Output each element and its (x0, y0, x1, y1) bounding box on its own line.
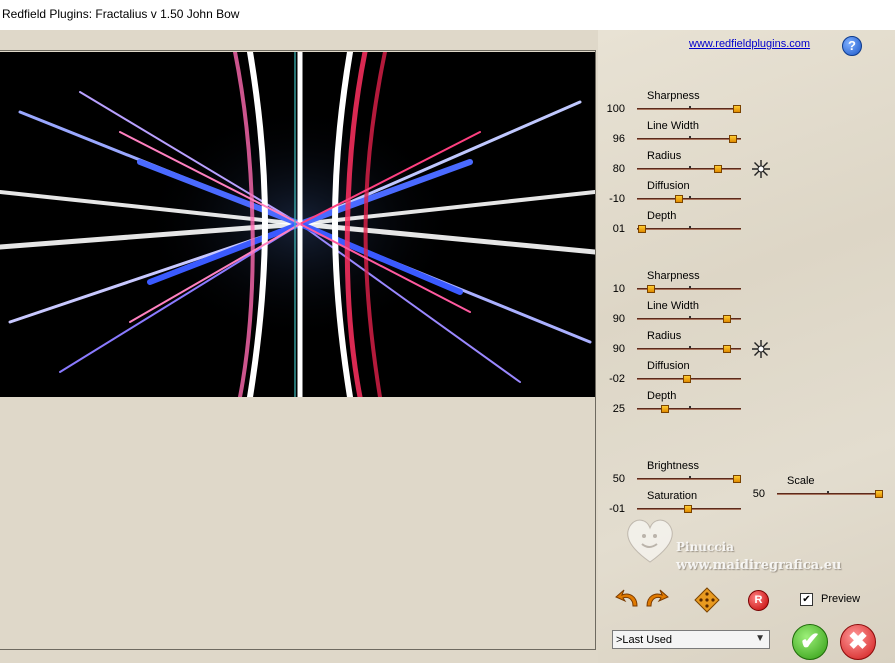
group2-radius-value: 90 (612, 343, 625, 355)
group1-radius-slider-track[interactable] (637, 168, 741, 170)
group2-sharpness-value: 10 (612, 283, 625, 295)
group1-sharpness-slider-track[interactable] (637, 108, 741, 110)
watermark-url: www.maidiregrafica.eu (676, 558, 842, 573)
group3-brightness-value: 50 (612, 473, 625, 485)
group1-radius-center-tick (689, 166, 691, 168)
group1-sharpness-center-tick (689, 106, 691, 108)
scale-value: 50 (752, 488, 765, 500)
group1-sharpness-value: 100 (606, 103, 625, 115)
group3-saturation-label: Saturation (647, 490, 698, 502)
group2-depth-value: 25 (612, 403, 625, 415)
random-seed-icon-1[interactable] (751, 159, 771, 179)
random-seed-icon-2[interactable] (751, 339, 771, 359)
group2-sharpness-slider-thumb[interactable] (646, 285, 655, 293)
group1-depth-value: 01 (612, 223, 625, 235)
group1-line-width-center-tick (689, 136, 691, 138)
watermark-name: Pinuccia (676, 540, 734, 554)
group1-diffusion-slider-track[interactable] (637, 198, 741, 200)
group1-radius-label: Radius (647, 150, 682, 162)
scale-center-tick (827, 491, 829, 493)
reset-icon[interactable]: R (748, 590, 769, 611)
group1-radius-value: 80 (612, 163, 625, 175)
group1-diffusion-center-tick (689, 196, 691, 198)
group1-diffusion-slider-thumb[interactable] (675, 195, 684, 203)
group2-sharpness-label: Sharpness (647, 270, 700, 282)
group1-diffusion-label: Diffusion (647, 180, 690, 192)
group2-line-width-label: Line Width (647, 300, 699, 312)
group1-radius-slider-thumb[interactable] (713, 165, 722, 173)
random-dice-icon[interactable] (694, 587, 720, 618)
scale-slider-track[interactable] (777, 493, 879, 495)
fractal-preview-art (0, 52, 595, 397)
group2-depth-label: Depth (647, 390, 677, 402)
window-title: Redfield Plugins: Fractalius v 1.50 John… (2, 7, 240, 21)
chevron-down-icon: ▼ (755, 633, 765, 644)
group2-depth-slider-thumb[interactable] (661, 405, 669, 413)
group2-line-width-value: 90 (612, 313, 625, 325)
scale-label: Scale (787, 475, 815, 487)
preview-image[interactable] (0, 52, 595, 397)
group3-brightness-slider-track[interactable] (637, 478, 741, 480)
group1-line-width-slider-thumb[interactable] (729, 135, 738, 143)
ok-button[interactable]: ✔ (792, 624, 828, 660)
group2-depth-slider-track[interactable] (637, 408, 741, 410)
group2-line-width-center-tick (689, 316, 691, 318)
help-icon[interactable]: ? (842, 36, 862, 56)
cancel-button[interactable]: ✖ (840, 624, 876, 660)
group2-diffusion-label: Diffusion (647, 360, 690, 372)
undo-arrow-icon[interactable] (615, 588, 641, 615)
group1-sharpness-label: Sharpness (647, 90, 700, 102)
preview-label: Preview (821, 593, 861, 605)
group1-line-width-slider-track[interactable] (637, 138, 741, 140)
group3-brightness-slider-thumb[interactable] (733, 475, 741, 483)
preset-dropdown[interactable]: >Last Used ▼ (612, 630, 770, 649)
redfield-website-link[interactable]: www.redfieldplugins.com (689, 38, 810, 50)
group1-depth-label: Depth (647, 210, 677, 222)
group1-line-width-value: 96 (612, 133, 625, 145)
watermark-heart-logo (620, 510, 680, 570)
group2-radius-label: Radius (647, 330, 682, 342)
preview-checkbox[interactable]: ✔ (800, 593, 813, 606)
scale-slider-thumb[interactable] (875, 490, 883, 498)
group2-line-width-slider-thumb[interactable] (723, 315, 732, 323)
group1-diffusion-value: -10 (609, 193, 625, 205)
group1-depth-center-tick (689, 226, 691, 228)
group1-depth-slider-track[interactable] (637, 228, 741, 230)
title-bar: Redfield Plugins: Fractalius v 1.50 John… (0, 0, 895, 30)
group3-saturation-slider-thumb[interactable] (684, 505, 693, 513)
group2-radius-slider-thumb[interactable] (723, 345, 732, 353)
group1-line-width-label: Line Width (647, 120, 699, 132)
redo-arrow-icon[interactable] (643, 588, 669, 615)
group2-radius-center-tick (689, 346, 691, 348)
group1-depth-slider-thumb[interactable] (637, 225, 646, 233)
group2-depth-center-tick (689, 406, 691, 408)
group2-diffusion-slider-thumb[interactable] (683, 375, 692, 383)
group1-sharpness-slider-thumb[interactable] (733, 105, 741, 113)
group3-brightness-label: Brightness (647, 460, 699, 472)
preset-selected-value: >Last Used (616, 634, 672, 646)
group2-sharpness-center-tick (689, 286, 691, 288)
group3-brightness-center-tick (689, 476, 691, 478)
group2-diffusion-value: -02 (609, 373, 625, 385)
